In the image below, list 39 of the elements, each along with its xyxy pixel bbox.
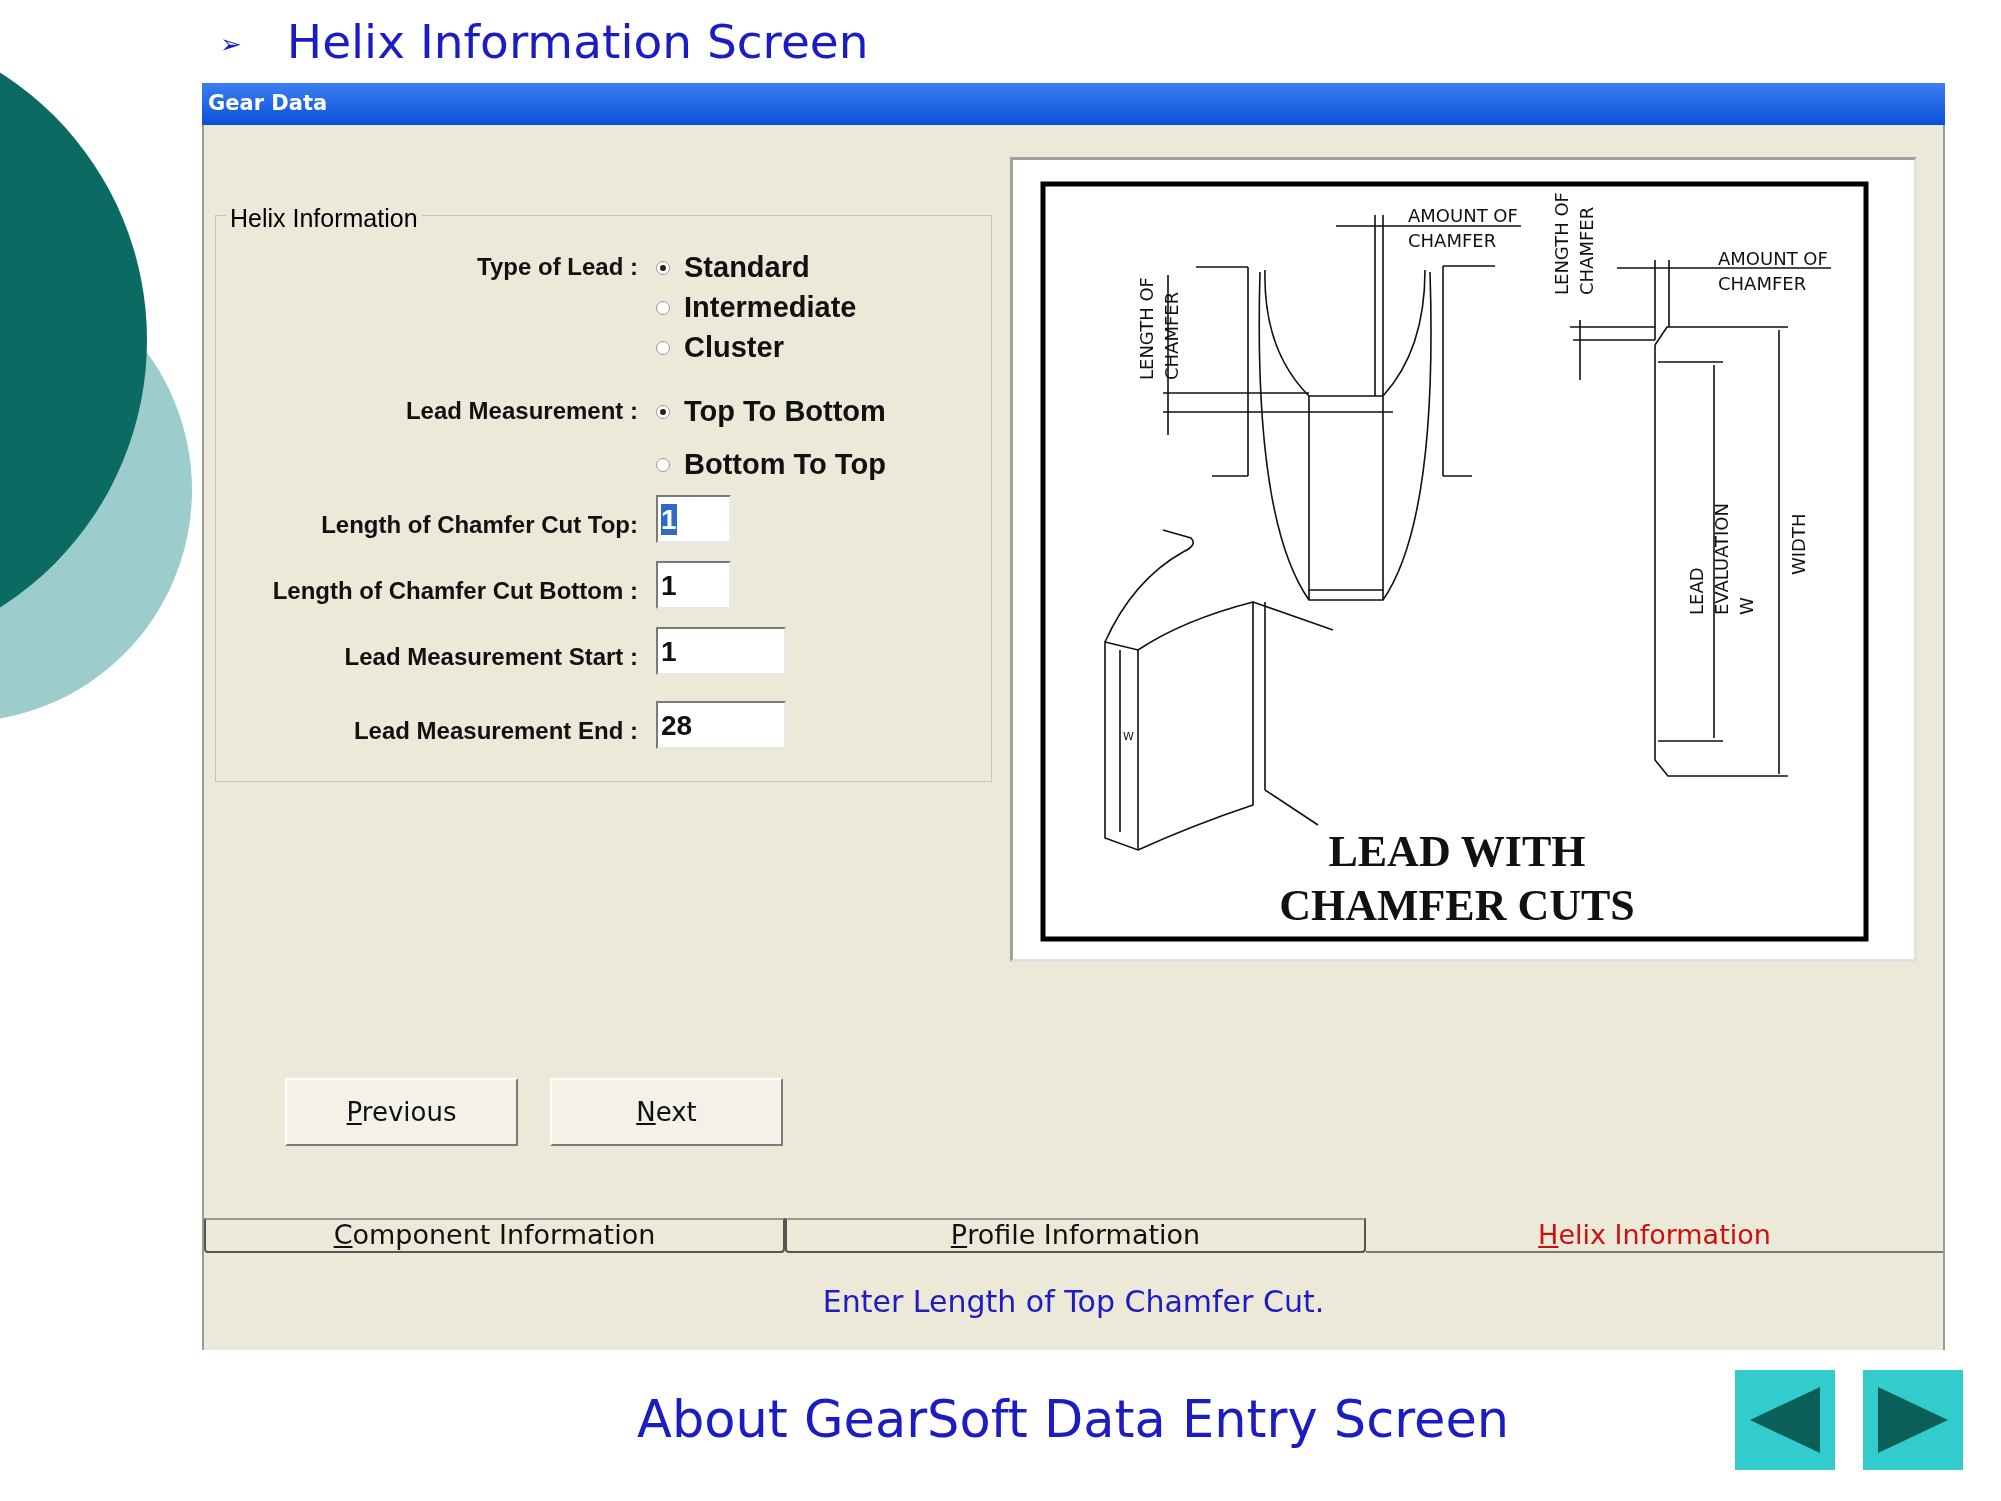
slide-footer-title: About GearSoft Data Entry Screen — [637, 1388, 1510, 1451]
tab[interactable]: Component Information — [204, 1218, 785, 1253]
right-triangle-icon — [1878, 1387, 1948, 1453]
dimension-label: AMOUNT OF CHAMFER — [1408, 205, 1518, 251]
input-field[interactable]: 1 — [656, 627, 786, 675]
window-title: Gear Data — [208, 90, 328, 118]
next-slide-button[interactable] — [1863, 1370, 1963, 1470]
radio-button[interactable] — [656, 301, 670, 315]
dimension-label: W — [1123, 730, 1134, 743]
dimension-label: LENGTH OF CHAMFER — [1551, 192, 1597, 295]
field-label: Length of Chamfer Cut Bottom : — [272, 577, 638, 604]
left-triangle-icon — [1750, 1387, 1820, 1453]
radio-button[interactable] — [656, 405, 670, 419]
heading-bullet: ➢ — [220, 28, 242, 61]
dimension-label: WIDTH — [1788, 513, 1809, 575]
input-field[interactable]: 1 — [656, 561, 731, 609]
radio-button[interactable] — [656, 341, 670, 355]
previous-button[interactable]: Previous — [285, 1078, 518, 1146]
drawing-caption: LEAD WITH CHAMFER CUTS — [1279, 827, 1635, 930]
radio-button[interactable] — [656, 458, 670, 472]
field-label: Length of Chamfer Cut Top: — [321, 511, 638, 538]
field-label: Type of Lead : — [477, 253, 638, 280]
slide-heading: Helix Information Screen — [286, 18, 869, 65]
status-message: Enter Length of Top Chamfer Cut. — [822, 1283, 1325, 1321]
field-label: Lead Measurement End : — [353, 717, 638, 744]
field-label: Lead Measurement Start : — [344, 643, 638, 670]
input-field[interactable]: 1 — [656, 495, 731, 543]
field-label: Lead Measurement : — [405, 397, 638, 424]
next-button[interactable]: Next — [550, 1078, 783, 1146]
input-field[interactable]: 28 — [656, 701, 786, 749]
previous-slide-button[interactable] — [1735, 1370, 1835, 1470]
tab[interactable]: Helix Information — [1366, 1218, 1943, 1253]
radio-label[interactable]: Bottom To Top — [684, 443, 886, 487]
dimension-label: AMOUNT OF CHAMFER — [1718, 248, 1828, 294]
radio-button[interactable] — [656, 261, 670, 275]
radio-label[interactable]: Top To Bottom — [684, 390, 886, 434]
dimension-label: LENGTH OF CHAMFER — [1136, 277, 1182, 380]
tab[interactable]: Profile Information — [785, 1218, 1366, 1253]
dimension-label: LEAD EVALUATION W — [1686, 503, 1757, 615]
